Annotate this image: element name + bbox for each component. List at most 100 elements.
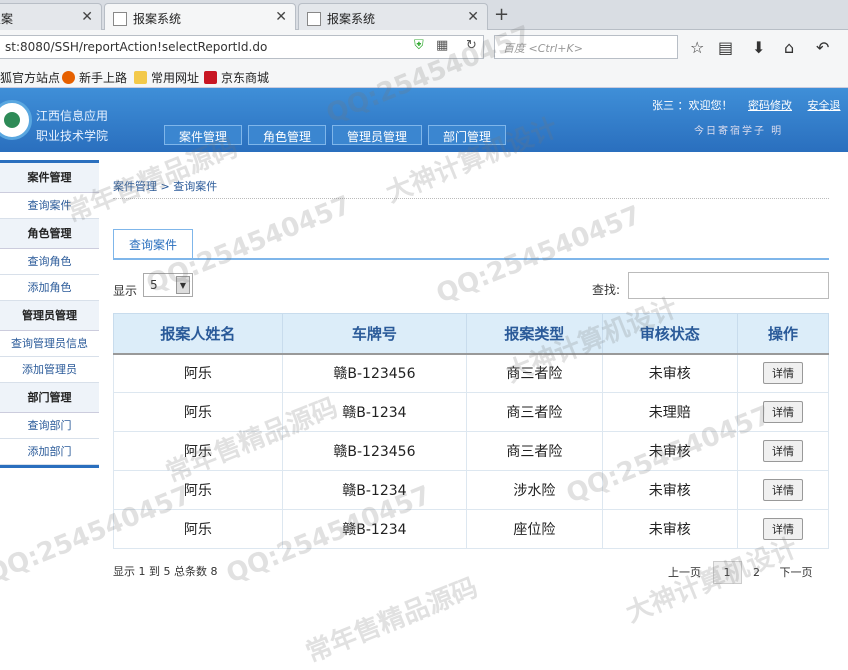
report-type: 涉水险	[466, 470, 603, 510]
table-row: 阿乐 赣B-1234 涉水险 未审核 详情	[113, 470, 830, 510]
sidebar-item-add-department[interactable]: 添加部门	[0, 439, 99, 465]
bookmark-item[interactable]: 京东商城	[204, 69, 269, 86]
review-status: 未审核	[601, 470, 738, 510]
plate-number: 赣B-123456	[281, 431, 468, 471]
reporter-name: 阿乐	[113, 470, 283, 510]
table-info: 显示 1 到 5 总条数 8	[113, 565, 218, 578]
plate-number: 赣B-1234	[281, 509, 468, 549]
sidebar-item-query-case[interactable]: 查询案件	[0, 193, 99, 219]
search-input[interactable]: 百度 <Ctrl+K>	[494, 35, 678, 59]
case-table: 报案人姓名 车牌号 报案类型 审核状态 操作 阿乐 赣B-123456 商三者险…	[113, 313, 830, 549]
motto-text: 今日寄宿学子 明	[694, 126, 784, 137]
reload-icon[interactable]: ↻	[466, 38, 477, 53]
review-status: 未审核	[601, 431, 738, 471]
details-button[interactable]: 详情	[762, 362, 803, 385]
reading-list-icon[interactable]: ▤	[718, 38, 733, 57]
folder-icon	[134, 71, 147, 84]
pagination: 上一页 1 2 下一页	[660, 560, 821, 584]
page-button-current[interactable]: 1	[712, 561, 742, 584]
details-button[interactable]: 详情	[762, 401, 803, 423]
sidebar-group-case[interactable]: 案件管理	[0, 163, 99, 193]
details-button[interactable]: 详情	[762, 518, 803, 540]
report-type: 商三者险	[466, 431, 603, 471]
qr-icon[interactable]: ▦	[436, 38, 448, 53]
details-button[interactable]: 详情	[762, 479, 803, 501]
close-icon[interactable]: ✕	[81, 9, 93, 25]
home-icon[interactable]: ⌂	[784, 38, 794, 57]
jd-icon	[204, 71, 217, 84]
page-button[interactable]: 2	[745, 562, 768, 583]
change-password-link[interactable]: 密码修改	[748, 99, 792, 112]
shield-icon[interactable]: ⛨	[414, 38, 424, 53]
reporter-name: 阿乐	[113, 392, 283, 432]
table-row: 阿乐 赣B-1234 商三者险 未理赔 详情	[113, 392, 830, 432]
prev-page-button[interactable]: 上一页	[660, 560, 709, 584]
table-row: 阿乐 赣B-1234 座位险 未审核 详情	[113, 509, 830, 549]
logout-link[interactable]: 安全退	[808, 99, 841, 112]
sidebar-group-admin[interactable]: 管理员管理	[0, 301, 99, 331]
page-favicon-icon	[113, 12, 127, 26]
column-header[interactable]: 报案人姓名	[113, 313, 283, 354]
close-icon[interactable]: ✕	[275, 9, 287, 25]
report-type: 座位险	[466, 509, 603, 549]
sidebar-item-add-role[interactable]: 添加角色	[0, 275, 99, 301]
report-type: 商三者险	[466, 353, 603, 393]
firefox-icon	[62, 71, 75, 84]
nav-admin-management[interactable]: 管理员管理	[332, 125, 423, 145]
reporter-name: 阿乐	[113, 431, 283, 471]
breadcrumb[interactable]: 案件管理 > 查询案件	[113, 178, 217, 194]
back-icon[interactable]: ↶	[816, 38, 829, 57]
search-input[interactable]	[628, 272, 829, 299]
page-favicon-icon	[307, 12, 321, 26]
school-logo-icon	[0, 100, 32, 140]
chevron-down-icon[interactable]: ▼	[176, 276, 190, 294]
reporter-name: 阿乐	[113, 353, 283, 393]
url-input[interactable]: st:8080/SSH/reportAction!selectReportId.…	[0, 35, 484, 59]
column-header: 操作	[736, 313, 830, 354]
nav-role-management[interactable]: 角色管理	[248, 125, 327, 145]
nav-department-management[interactable]: 部门管理	[428, 125, 507, 145]
school-name: 江西信息应用 职业技术学院	[36, 109, 109, 143]
bookmark-item[interactable]: 狐官方站点	[0, 69, 60, 86]
review-status: 未审核	[601, 509, 738, 549]
page-size-select[interactable]: 5 ▼	[143, 273, 193, 297]
sidebar-bottom-rule	[0, 465, 99, 468]
browser-tab[interactable]: 搜案 ✕	[0, 3, 102, 30]
tab-title: 搜案	[0, 12, 14, 26]
tab-title: 报案系统	[133, 12, 182, 26]
star-icon[interactable]: ☆	[690, 38, 704, 57]
table-row: 阿乐 赣B-123456 商三者险 未审核 详情	[113, 353, 830, 393]
column-header[interactable]: 车牌号	[281, 313, 468, 354]
details-button[interactable]: 详情	[762, 440, 803, 462]
browser-tab-active[interactable]: 报案系统 ✕	[104, 3, 296, 30]
app-header: 江西信息应用 职业技术学院 案件管理 角色管理 管理员管理 部门管理 张三 ：欢迎您！…	[0, 88, 848, 152]
sidebar-group-role[interactable]: 角色管理	[0, 219, 99, 249]
column-header[interactable]: 审核状态	[601, 313, 738, 354]
sidebar: 案件管理 查询案件 角色管理 查询角色 添加角色 管理员管理 查询管理员信息 添…	[0, 160, 99, 496]
sidebar-group-department[interactable]: 部门管理	[0, 383, 99, 413]
tab-query-case[interactable]: 查询案件	[113, 229, 193, 259]
sidebar-item-query-admin[interactable]: 查询管理员信息	[0, 331, 99, 357]
sidebar-item-query-department[interactable]: 查询部门	[0, 413, 99, 439]
browser-tab[interactable]: 报案系统 ✕	[298, 3, 488, 30]
tab-title: 报案系统	[327, 12, 376, 26]
column-header[interactable]: 报案类型	[466, 313, 603, 354]
sidebar-item-add-admin[interactable]: 添加管理员	[0, 357, 99, 383]
page-size-label: 显示	[113, 284, 138, 298]
plate-number: 赣B-1234	[281, 470, 468, 510]
next-page-button[interactable]: 下一页	[772, 560, 821, 584]
reporter-name: 阿乐	[113, 509, 283, 549]
plate-number: 赣B-1234	[281, 392, 468, 432]
review-status: 未审核	[601, 353, 738, 393]
search-label: 查找:	[592, 283, 621, 297]
plate-number: 赣B-123456	[281, 353, 468, 393]
welcome-text: 张三 ：欢迎您！	[652, 99, 733, 112]
bookmark-item[interactable]: 常用网址	[134, 69, 199, 86]
close-icon[interactable]: ✕	[467, 9, 479, 25]
sidebar-item-query-role[interactable]: 查询角色	[0, 249, 99, 275]
bookmark-item[interactable]: 新手上路	[62, 69, 127, 86]
new-tab-icon[interactable]: +	[494, 4, 509, 25]
download-icon[interactable]: ⬇	[752, 38, 765, 57]
nav-case-management[interactable]: 案件管理	[164, 125, 243, 145]
address-row: st:8080/SSH/reportAction!selectReportId.…	[0, 30, 848, 64]
